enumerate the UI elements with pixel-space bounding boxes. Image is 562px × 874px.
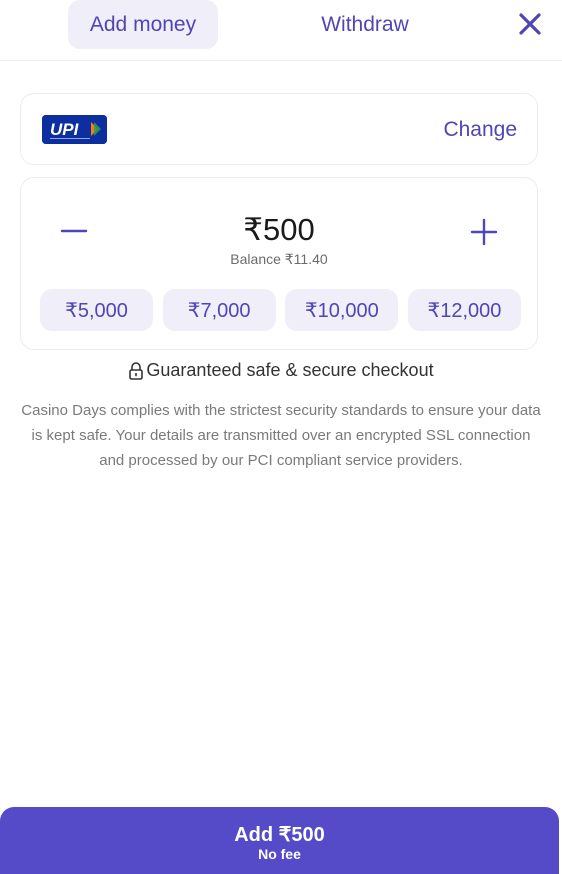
preset-amount-button[interactable]: ₹10,000 <box>285 289 399 331</box>
secure-checkout-title: Guaranteed safe & secure checkout <box>146 360 434 380</box>
add-money-label: Add ₹500 <box>234 824 325 846</box>
tab-withdraw[interactable]: Withdraw <box>290 0 440 49</box>
increase-amount-button[interactable] <box>464 213 504 253</box>
svg-text:UPI: UPI <box>50 120 80 139</box>
secure-checkout-row: Guaranteed safe & secure checkout <box>0 360 562 381</box>
amount-value[interactable]: ₹500 <box>21 212 537 248</box>
amount-card: ₹500 Balance ₹11.40 ₹5,000 ₹7,000 ₹10,00… <box>20 177 538 350</box>
upi-logo: UPI <box>42 115 107 144</box>
security-description: Casino Days complies with the strictest … <box>21 402 541 469</box>
preset-amount-button[interactable]: ₹7,000 <box>162 289 276 331</box>
fee-label: No fee <box>258 846 301 862</box>
tab-add-money[interactable]: Add money <box>68 0 218 49</box>
payment-method-card: UPI Change <box>20 93 538 165</box>
preset-amounts: ₹5,000 ₹7,000 ₹10,000 ₹12,000 <box>40 289 521 331</box>
plus-icon <box>470 218 498 246</box>
add-money-button[interactable]: Add ₹500 No fee <box>0 807 559 874</box>
balance-text: Balance ₹11.40 <box>230 251 328 267</box>
lock-icon <box>129 361 144 380</box>
change-method-link[interactable]: Change <box>443 118 517 142</box>
close-button[interactable] <box>516 10 544 38</box>
preset-amount-button[interactable]: ₹12,000 <box>407 289 521 331</box>
close-icon <box>519 13 541 35</box>
preset-amount-button[interactable]: ₹5,000 <box>40 289 153 331</box>
header: Add money Withdraw <box>0 0 562 61</box>
deposit-page: Add money Withdraw UPI Change ₹500 Balan… <box>0 0 562 874</box>
